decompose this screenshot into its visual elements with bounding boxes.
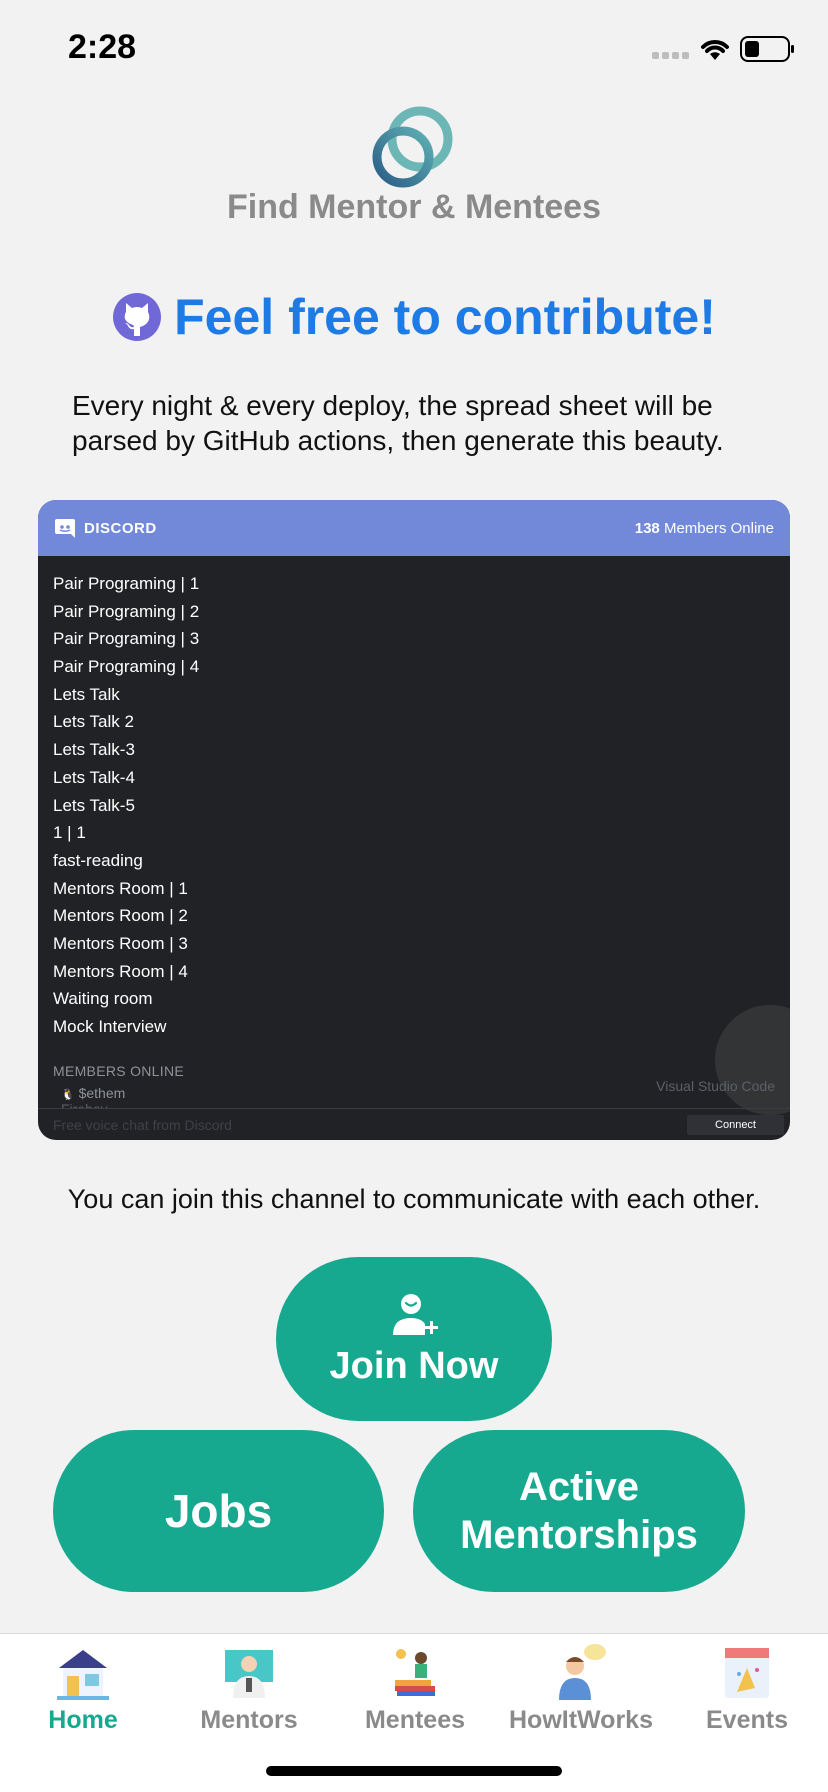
mentor-icon (225, 1650, 273, 1698)
contribute-heading[interactable]: Feel free to contribute! (0, 288, 828, 346)
tab-home[interactable]: Home (0, 1634, 166, 1744)
discord-brand-text: DISCORD (84, 519, 157, 537)
status-time: 2:28 (68, 28, 137, 66)
tab-mentors[interactable]: Mentors (166, 1634, 332, 1744)
channel-item[interactable]: Pair Programing | 2 (53, 598, 775, 626)
members-online-title: MEMBERS ONLINE (53, 1062, 184, 1079)
channel-item[interactable]: Mentors Room | 4 (53, 958, 775, 986)
discord-footer-text: Free voice chat from Discord (53, 1116, 232, 1133)
discord-widget: DISCORD 138 Members Online Pair Programi… (38, 500, 790, 1140)
channel-item[interactable]: Lets Talk 2 (53, 708, 775, 736)
discord-online-count: 138 Members Online (635, 520, 774, 537)
channel-item[interactable]: Pair Programing | 4 (53, 653, 775, 681)
member-activity: Visual Studio Code (656, 1078, 775, 1094)
join-now-label: Join Now (329, 1344, 499, 1387)
battery-icon (740, 36, 794, 62)
online-count-label: Members Online (663, 519, 774, 537)
jobs-button[interactable]: Jobs (53, 1430, 384, 1592)
tab-events[interactable]: Events (664, 1634, 828, 1744)
mentee-icon (395, 1649, 435, 1696)
channel-item[interactable]: Lets Talk-4 (53, 764, 775, 792)
tab-label: Home (48, 1706, 118, 1734)
contribute-title: Feel free to contribute! (174, 289, 716, 345)
contribute-description: Every night & every deploy, the spread s… (72, 390, 724, 456)
channel-item[interactable]: Mentors Room | 3 (53, 930, 775, 958)
tab-how-it-works[interactable]: HowItWorks (498, 1634, 664, 1744)
home-indicator (266, 1766, 562, 1776)
tab-label: HowItWorks (509, 1706, 653, 1734)
python-watermark-icon (715, 1005, 790, 1115)
channel-item[interactable]: Lets Talk-5 (53, 792, 775, 820)
tab-label: Mentors (200, 1706, 298, 1734)
tab-label: Mentees (364, 1706, 466, 1734)
discord-footer: Free voice chat from Discord Connect (38, 1108, 790, 1140)
add-user-icon (393, 1293, 438, 1335)
member-name: $ethem (78, 1084, 126, 1101)
discord-header: DISCORD 138 Members Online (38, 500, 790, 556)
discord-brand: DISCORD (54, 517, 157, 539)
app-title: Find Mentor & Mentees (226, 188, 602, 226)
join-now-button[interactable]: Join Now (276, 1257, 552, 1421)
join-info-text: You can join this channel to communicate… (67, 1184, 761, 1214)
channel-item[interactable]: Lets Talk-3 (53, 736, 775, 764)
how-it-works-icon (559, 1644, 606, 1700)
app-logo-icon (372, 106, 453, 188)
channel-item[interactable]: Pair Programing | 3 (53, 625, 775, 653)
channel-item[interactable]: fast-reading (53, 847, 775, 875)
channel-item[interactable]: Mock Interview (53, 1013, 775, 1041)
cellular-signal-icon (652, 52, 689, 59)
github-icon (113, 293, 162, 341)
member-avatar-icon: 🐧 (61, 1088, 75, 1101)
events-icon (725, 1648, 769, 1698)
channel-item[interactable]: Waiting room (53, 985, 775, 1013)
wifi-icon (701, 40, 729, 60)
home-icon (57, 1650, 109, 1700)
channel-list: Pair Programing | 1 Pair Programing | 2 … (38, 556, 790, 1109)
channel-item[interactable]: 1 | 1 (53, 819, 775, 847)
channel-item[interactable]: Pair Programing | 1 (53, 570, 775, 598)
channel-item[interactable]: Mentors Room | 1 (53, 875, 775, 903)
discord-logo-icon (55, 519, 75, 538)
channel-item[interactable]: Lets Talk (53, 681, 775, 709)
connect-button[interactable]: Connect (687, 1114, 784, 1135)
tab-mentees[interactable]: Mentees (332, 1634, 498, 1744)
status-bar: 2:28 (0, 0, 828, 100)
online-count-number: 138 (634, 519, 660, 537)
tab-label: Events (706, 1706, 788, 1734)
channel-item[interactable]: Mentors Room | 2 (53, 902, 775, 930)
active-mentorships-button[interactable]: Active Mentorships (413, 1430, 745, 1592)
